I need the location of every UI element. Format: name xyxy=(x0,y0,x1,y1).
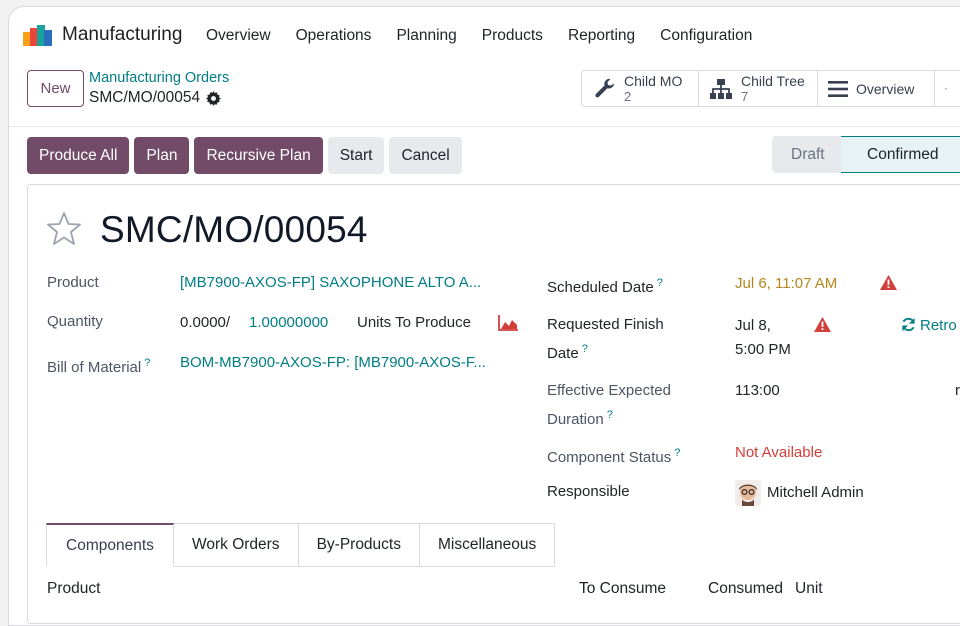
start-button[interactable]: Start xyxy=(328,137,385,174)
overview-button[interactable]: Overview xyxy=(818,71,935,106)
tab-components[interactable]: Components xyxy=(46,523,174,567)
duration-label-line2: Duration xyxy=(547,411,604,428)
produce-all-button[interactable]: Produce All xyxy=(27,137,129,174)
top-navbar: Manufacturing Overview Operations Planni… xyxy=(9,7,960,63)
column-product[interactable]: Product xyxy=(47,580,100,598)
tab-by-products[interactable]: By-Products xyxy=(299,523,420,567)
sitemap-icon xyxy=(709,78,733,100)
warning-icon xyxy=(880,275,897,290)
requested-finish-time: 5:00 PM xyxy=(735,341,791,358)
warning-icon xyxy=(814,317,831,332)
plan-button[interactable]: Plan xyxy=(134,137,189,174)
responsible-value[interactable]: Mitchell Admin xyxy=(767,481,864,505)
avatar xyxy=(735,480,761,506)
requested-finish-label: Requested Finish Date? xyxy=(547,313,664,366)
scheduled-date-label-text: Scheduled Date xyxy=(547,279,654,296)
retro-label: Retro xyxy=(920,317,957,334)
breadcrumb-parent-link[interactable]: Manufacturing Orders xyxy=(89,70,229,86)
star-icon[interactable] xyxy=(46,211,82,247)
stage-confirmed[interactable]: Confirmed xyxy=(841,136,960,173)
quantity-produced[interactable]: 0.0000/ xyxy=(180,311,230,335)
menu-configuration[interactable]: Configuration xyxy=(660,27,752,45)
tab-miscellaneous[interactable]: Miscellaneous xyxy=(420,523,555,567)
column-unit[interactable]: Unit xyxy=(795,580,823,598)
scheduled-date-value[interactable]: Jul 6, 11:07 AM xyxy=(735,272,837,296)
bom-value[interactable]: BOM-MB7900-AXOS-FP: [MB7900-AXOS-F... xyxy=(180,351,486,375)
breadcrumb: Manufacturing Orders SMC/MO/00054 xyxy=(89,70,229,107)
more-smart-button[interactable] xyxy=(935,71,960,106)
record-title[interactable]: SMC/MO/00054 xyxy=(100,209,368,251)
requested-finish-label-line2: Date xyxy=(547,345,579,362)
quantity-to-produce[interactable]: 1.00000000 xyxy=(249,311,328,335)
quantity-label: Quantity xyxy=(47,310,103,334)
list-icon xyxy=(828,80,848,98)
menu-products[interactable]: Products xyxy=(482,27,543,45)
duration-label-line1: Effective Expected xyxy=(547,382,671,399)
product-value[interactable]: [MB7900-AXOS-FP] SAXOPHONE ALTO A... xyxy=(180,271,481,295)
duration-unit: r xyxy=(955,379,960,403)
child-mo-count: 2 xyxy=(624,89,682,104)
requested-finish-value[interactable]: Jul 8, 5:00 PM xyxy=(735,314,791,362)
duration-label: Effective Expected Duration? xyxy=(547,379,671,432)
status-stages: Draft Confirmed xyxy=(772,136,960,173)
main-menu: Overview Operations Planning Products Re… xyxy=(206,27,777,45)
manufacturing-app-icon[interactable] xyxy=(23,24,53,46)
breadcrumb-current-label: SMC/MO/00054 xyxy=(89,89,200,107)
component-status-value: Not Available xyxy=(735,441,822,465)
child-mo-label: Child MO xyxy=(624,74,682,89)
responsible-label: Responsible xyxy=(547,480,630,504)
kanban-icon xyxy=(945,78,947,100)
duration-value[interactable]: 113:00 xyxy=(735,379,780,403)
smart-buttons: Child MO 2 Child Tree 7 Overv xyxy=(581,70,960,107)
help-icon[interactable]: ? xyxy=(607,409,613,421)
app-name[interactable]: Manufacturing xyxy=(62,24,182,46)
app-window: Manufacturing Overview Operations Planni… xyxy=(8,6,960,626)
bom-label: Bill of Material? xyxy=(47,351,150,380)
stage-draft[interactable]: Draft xyxy=(772,136,842,173)
help-icon[interactable]: ? xyxy=(657,277,663,289)
control-panel-divider xyxy=(9,126,960,127)
new-button[interactable]: New xyxy=(27,70,84,107)
breadcrumb-current: SMC/MO/00054 xyxy=(89,89,229,107)
help-icon[interactable]: ? xyxy=(582,343,588,355)
menu-operations[interactable]: Operations xyxy=(296,27,372,45)
child-tree-button[interactable]: Child Tree 7 xyxy=(699,71,818,106)
help-icon[interactable]: ? xyxy=(144,357,150,369)
column-consumed[interactable]: Consumed xyxy=(708,580,783,598)
scheduled-date-label: Scheduled Date? xyxy=(547,271,663,300)
product-label: Product xyxy=(47,271,99,295)
gear-icon[interactable] xyxy=(206,91,221,106)
menu-overview[interactable]: Overview xyxy=(206,27,271,45)
wrench-icon xyxy=(594,78,616,100)
component-status-label: Component Status? xyxy=(547,441,680,470)
refresh-icon xyxy=(901,317,916,332)
tab-work-orders[interactable]: Work Orders xyxy=(174,523,299,567)
quantity-unit: Units To Produce xyxy=(357,311,471,335)
column-to-consume[interactable]: To Consume xyxy=(579,580,666,598)
menu-planning[interactable]: Planning xyxy=(396,27,456,45)
bom-label-text: Bill of Material xyxy=(47,359,141,376)
cancel-button[interactable]: Cancel xyxy=(389,137,461,174)
child-mo-button[interactable]: Child MO 2 xyxy=(582,71,699,106)
area-chart-icon[interactable] xyxy=(498,315,518,331)
requested-finish-label-line1: Requested Finish xyxy=(547,316,664,333)
child-tree-count: 7 xyxy=(741,89,805,104)
notebook-tabs: Components Work Orders By-Products Misce… xyxy=(46,523,555,567)
help-icon[interactable]: ? xyxy=(674,447,680,459)
action-buttons: Produce All Plan Recursive Plan Start Ca… xyxy=(27,137,467,174)
menu-reporting[interactable]: Reporting xyxy=(568,27,635,45)
recursive-plan-button[interactable]: Recursive Plan xyxy=(194,137,322,174)
overview-label: Overview xyxy=(856,81,914,97)
requested-finish-day: Jul 8, xyxy=(735,317,771,334)
child-tree-label: Child Tree xyxy=(741,74,805,89)
retro-schedule-link[interactable]: Retro xyxy=(901,314,957,338)
component-status-label-text: Component Status xyxy=(547,449,671,466)
